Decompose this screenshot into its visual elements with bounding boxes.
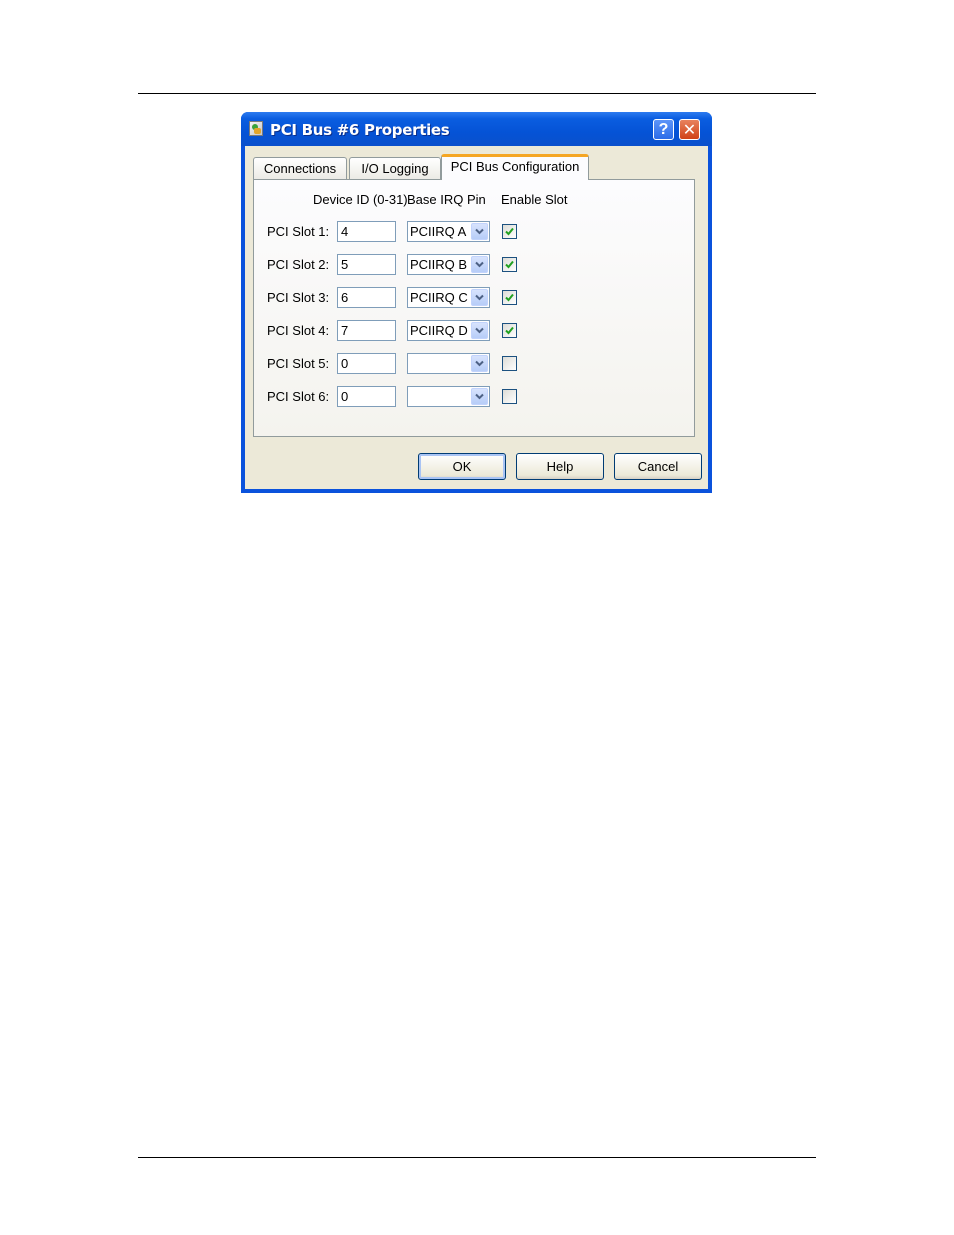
tab-pci-bus-configuration[interactable]: PCI Bus Configuration	[441, 154, 589, 180]
page-footer-rule	[138, 1157, 816, 1158]
page-header-rule	[138, 93, 816, 94]
pci-slot-row: PCI Slot 1: PCIIRQ A	[254, 221, 694, 243]
dropdown-button[interactable]	[471, 388, 488, 405]
chevron-down-icon	[475, 294, 484, 301]
dropdown-button[interactable]	[471, 256, 488, 273]
dialog-title: PCI Bus #6 Properties	[270, 121, 450, 139]
column-header-enable-slot: Enable Slot	[501, 192, 568, 207]
enable-slot-checkbox[interactable]	[502, 389, 517, 404]
slot-label: PCI Slot 6:	[267, 389, 330, 404]
chevron-down-icon	[475, 228, 484, 235]
close-button[interactable]: ✕	[679, 119, 700, 140]
ok-button[interactable]: OK	[418, 453, 506, 480]
chevron-down-icon	[475, 261, 484, 268]
enable-slot-checkbox[interactable]	[502, 356, 517, 371]
base-irq-value: PCIIRQ C	[410, 290, 468, 305]
slot-label: PCI Slot 3:	[267, 290, 330, 305]
device-id-input[interactable]	[337, 320, 396, 341]
pci-slot-row: PCI Slot 6:	[254, 386, 694, 408]
enable-slot-checkbox[interactable]	[502, 290, 517, 305]
slot-label: PCI Slot 1:	[267, 224, 330, 239]
base-irq-select[interactable]	[407, 386, 490, 407]
chevron-down-icon	[475, 327, 484, 334]
slot-label: PCI Slot 4:	[267, 323, 330, 338]
enable-slot-checkbox[interactable]	[502, 224, 517, 239]
device-id-input[interactable]	[337, 254, 396, 275]
properties-dialog: PCI Bus #6 Properties ? ✕ Connections I/…	[241, 112, 712, 493]
enable-slot-checkbox[interactable]	[502, 323, 517, 338]
base-irq-select[interactable]: PCIIRQ D	[407, 320, 490, 341]
chevron-down-icon	[475, 360, 484, 367]
enable-slot-checkbox[interactable]	[502, 257, 517, 272]
tab-panel: Device ID (0-31) Base IRQ Pin Enable Slo…	[253, 179, 695, 437]
base-irq-value: PCIIRQ B	[410, 257, 468, 272]
pci-slot-row: PCI Slot 3: PCIIRQ C	[254, 287, 694, 309]
dropdown-button[interactable]	[471, 355, 488, 372]
device-id-input[interactable]	[337, 287, 396, 308]
tab-connections[interactable]: Connections	[253, 157, 347, 179]
slot-label: PCI Slot 2:	[267, 257, 330, 272]
device-id-input[interactable]	[337, 221, 396, 242]
base-irq-select[interactable]	[407, 353, 490, 374]
base-irq-select[interactable]: PCIIRQ A	[407, 221, 490, 242]
column-header-device-id: Device ID (0-31)	[313, 192, 408, 207]
dropdown-button[interactable]	[471, 223, 488, 240]
base-irq-value: PCIIRQ D	[410, 323, 468, 338]
checkmark-icon	[505, 260, 514, 269]
pci-slot-row: PCI Slot 2: PCIIRQ B	[254, 254, 694, 276]
dropdown-button[interactable]	[471, 289, 488, 306]
cancel-button[interactable]: Cancel	[614, 453, 702, 480]
pci-slot-row: PCI Slot 4: PCIIRQ D	[254, 320, 694, 342]
checkmark-icon	[505, 293, 514, 302]
checkmark-icon	[505, 326, 514, 335]
dropdown-button[interactable]	[471, 322, 488, 339]
help-button[interactable]: Help	[516, 453, 604, 480]
checkmark-icon	[505, 227, 514, 236]
device-id-input[interactable]	[337, 386, 396, 407]
tab-io-logging[interactable]: I/O Logging	[349, 157, 441, 179]
chevron-down-icon	[475, 393, 484, 400]
title-bar[interactable]: PCI Bus #6 Properties ? ✕	[241, 112, 712, 146]
base-irq-select[interactable]: PCIIRQ C	[407, 287, 490, 308]
column-header-base-irq: Base IRQ Pin	[407, 192, 486, 207]
help-title-button[interactable]: ?	[653, 119, 674, 140]
device-id-input[interactable]	[337, 353, 396, 374]
slot-label: PCI Slot 5:	[267, 356, 330, 371]
dialog-client-area: Connections I/O Logging PCI Bus Configur…	[245, 146, 708, 489]
pci-slot-row: PCI Slot 5:	[254, 353, 694, 375]
base-irq-value: PCIIRQ A	[410, 224, 467, 239]
base-irq-select[interactable]: PCIIRQ B	[407, 254, 490, 275]
app-properties-icon	[249, 121, 263, 136]
